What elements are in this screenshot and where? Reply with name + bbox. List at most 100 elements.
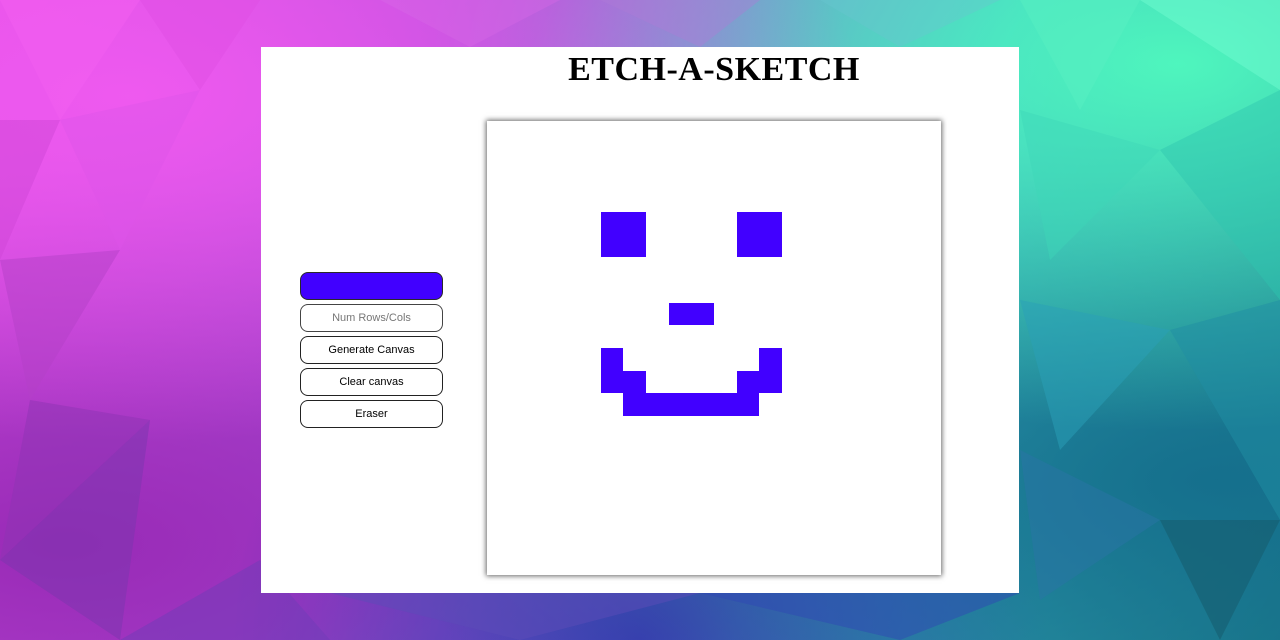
grid-cell[interactable] (577, 484, 601, 507)
grid-cell[interactable] (895, 211, 919, 235)
grid-cell[interactable] (668, 257, 692, 280)
grid-cell[interactable] (487, 211, 510, 235)
grid-cell[interactable] (714, 211, 737, 235)
grid-cell[interactable] (577, 370, 601, 394)
grid-cell[interactable] (827, 461, 851, 485)
grid-cell[interactable] (623, 325, 646, 348)
grid-cell[interactable] (895, 506, 919, 530)
grid-cell[interactable] (600, 302, 624, 326)
grid-cell[interactable] (804, 461, 828, 485)
grid-cell[interactable] (509, 166, 533, 190)
grid-cell[interactable] (918, 279, 941, 303)
grid-cell[interactable] (759, 348, 783, 371)
grid-cell[interactable] (850, 552, 873, 575)
grid-cell[interactable] (895, 257, 919, 280)
grid-cell[interactable] (782, 552, 805, 575)
grid-cell[interactable] (918, 552, 941, 575)
grid-cell[interactable] (918, 484, 941, 507)
grid-cell[interactable] (487, 506, 510, 530)
grid-cell[interactable] (714, 121, 737, 144)
grid-cell[interactable] (555, 416, 578, 439)
grid-cell[interactable] (555, 484, 578, 507)
grid-cell[interactable] (668, 166, 692, 190)
grid-cell[interactable] (600, 166, 624, 190)
grid-cell[interactable] (691, 257, 714, 280)
grid-cell[interactable] (668, 279, 692, 303)
grid-cell[interactable] (691, 143, 714, 167)
grid-cell[interactable] (691, 121, 714, 144)
grid-size-input[interactable] (300, 304, 443, 332)
grid-cell[interactable] (509, 438, 533, 462)
grid-cell[interactable] (600, 279, 624, 303)
grid-cell[interactable] (782, 348, 805, 371)
grid-cell[interactable] (555, 461, 578, 485)
grid-cell[interactable] (918, 166, 941, 190)
grid-cell[interactable] (555, 189, 578, 212)
grid-cell[interactable] (645, 166, 669, 190)
grid-cell[interactable] (532, 393, 556, 417)
grid-cell[interactable] (668, 325, 692, 348)
grid-cell[interactable] (827, 438, 851, 462)
grid-cell[interactable] (532, 438, 556, 462)
grid-cell[interactable] (759, 529, 783, 553)
grid-cell[interactable] (804, 370, 828, 394)
grid-cell[interactable] (782, 234, 805, 258)
grid-cell[interactable] (600, 348, 624, 371)
grid-cell[interactable] (714, 279, 737, 303)
grid-cell[interactable] (759, 143, 783, 167)
grid-cell[interactable] (577, 143, 601, 167)
grid-cell[interactable] (918, 348, 941, 371)
grid-cell[interactable] (532, 234, 556, 258)
grid-cell[interactable] (668, 461, 692, 485)
grid-cell[interactable] (736, 143, 760, 167)
grid-cell[interactable] (577, 438, 601, 462)
grid-cell[interactable] (827, 302, 851, 326)
grid-cell[interactable] (804, 166, 828, 190)
grid-cell[interactable] (872, 552, 896, 575)
grid-cell[interactable] (555, 279, 578, 303)
grid-cell[interactable] (827, 552, 851, 575)
grid-cell[interactable] (850, 529, 873, 553)
grid-cell[interactable] (577, 416, 601, 439)
grid-cell[interactable] (850, 166, 873, 190)
grid-cell[interactable] (668, 189, 692, 212)
grid-cell[interactable] (509, 234, 533, 258)
grid-cell[interactable] (895, 393, 919, 417)
grid-cell[interactable] (895, 484, 919, 507)
grid-cell[interactable] (782, 302, 805, 326)
grid-cell[interactable] (850, 234, 873, 258)
grid-cell[interactable] (645, 325, 669, 348)
grid-cell[interactable] (759, 302, 783, 326)
grid-cell[interactable] (691, 325, 714, 348)
grid-cell[interactable] (600, 211, 624, 235)
grid-cell[interactable] (782, 143, 805, 167)
grid-cell[interactable] (645, 143, 669, 167)
grid-cell[interactable] (827, 529, 851, 553)
grid-cell[interactable] (600, 325, 624, 348)
grid-cell[interactable] (509, 506, 533, 530)
grid-cell[interactable] (918, 257, 941, 280)
grid-cell[interactable] (532, 552, 556, 575)
grid-cell[interactable] (918, 121, 941, 144)
grid-cell[interactable] (487, 484, 510, 507)
grid-cell[interactable] (577, 234, 601, 258)
grid-cell[interactable] (487, 189, 510, 212)
grid-cell[interactable] (895, 143, 919, 167)
grid-cell[interactable] (623, 370, 646, 394)
grid-cell[interactable] (555, 166, 578, 190)
grid-cell[interactable] (532, 461, 556, 485)
grid-cell[interactable] (645, 393, 669, 417)
grid-cell[interactable] (600, 438, 624, 462)
grid-cell[interactable] (804, 416, 828, 439)
grid-cell[interactable] (555, 302, 578, 326)
grid-cell[interactable] (827, 348, 851, 371)
grid-cell[interactable] (532, 529, 556, 553)
grid-cell[interactable] (736, 484, 760, 507)
grid-cell[interactable] (668, 552, 692, 575)
grid-cell[interactable] (872, 166, 896, 190)
grid-cell[interactable] (600, 416, 624, 439)
grid-cell[interactable] (872, 461, 896, 485)
grid-cell[interactable] (850, 348, 873, 371)
grid-cell[interactable] (623, 302, 646, 326)
grid-cell[interactable] (532, 302, 556, 326)
